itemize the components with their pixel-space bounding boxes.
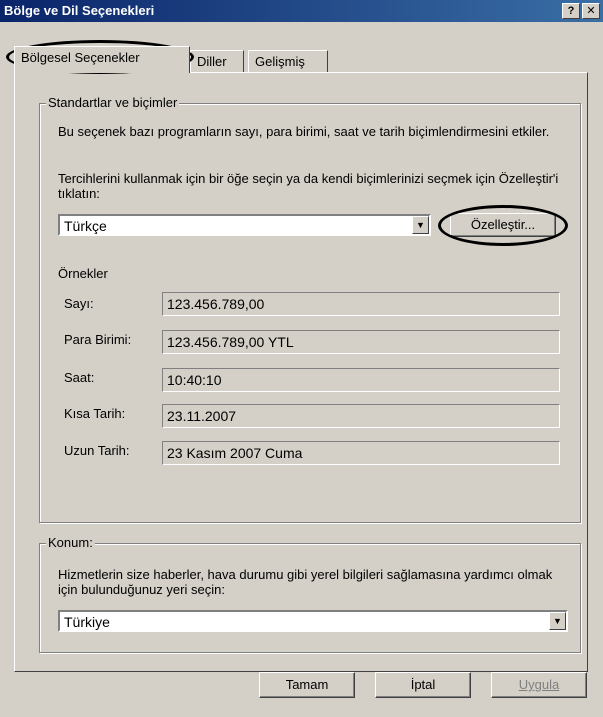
location-value: Türkiye (64, 614, 110, 630)
ok-button[interactable]: Tamam (259, 672, 355, 698)
example-value: 10:40:10 (167, 372, 222, 388)
location-group: Konum: Hizmetlerin size haberler, hava d… (39, 535, 581, 653)
example-value: 23.11.2007 (167, 408, 237, 424)
tab-languages[interactable]: Diller (190, 50, 244, 72)
location-select[interactable]: Türkiye ▼ (58, 610, 568, 632)
tab-label: Gelişmiş (255, 54, 305, 69)
example-value: 23 Kasım 2007 Cuma (167, 445, 303, 461)
help-button[interactable]: ? (562, 3, 580, 19)
close-button[interactable]: ✕ (582, 3, 600, 19)
dialog-window: Bölge ve Dil Seçenekleri ? ✕ Bölgesel Se… (0, 0, 603, 717)
example-value-field: 123.456.789,00 YTL (162, 330, 560, 354)
location-legend: Konum: (46, 535, 95, 550)
tab-area: Bölgesel Seçenekler Diller Gelişmiş Stan… (0, 22, 603, 717)
tab-advanced[interactable]: Gelişmiş (248, 50, 328, 72)
standards-description: Bu seçenek bazı programların sayı, para … (58, 124, 550, 139)
window-title: Bölge ve Dil Seçenekleri (4, 3, 155, 18)
example-label: Sayı: (64, 296, 94, 311)
example-value-field: 23 Kasım 2007 Cuma (162, 441, 560, 465)
location-description: Hizmetlerin size haberler, hava durumu g… (58, 567, 553, 597)
example-label: Kısa Tarih: (64, 406, 126, 421)
examples-title: Örnekler (58, 266, 108, 281)
locale-value: Türkçe (64, 218, 107, 234)
standards-group: Standartlar ve biçimler Bu seçenek bazı … (39, 95, 581, 523)
title-bar[interactable]: Bölge ve Dil Seçenekleri ? ✕ (0, 0, 603, 22)
tab-panel: Standartlar ve biçimler Bu seçenek bazı … (14, 72, 588, 672)
example-value-field: 10:40:10 (162, 368, 560, 392)
apply-button[interactable]: Uygula (491, 672, 587, 698)
chevron-down-icon[interactable]: ▼ (412, 216, 429, 234)
chevron-down-icon[interactable]: ▼ (549, 612, 566, 630)
locale-select[interactable]: Türkçe ▼ (58, 214, 431, 236)
tab-label: Diller (197, 54, 227, 69)
example-value-field: 23.11.2007 (162, 404, 560, 428)
standards-instruction: Tercihlerini kullanmak için bir öğe seçi… (58, 171, 559, 201)
standards-legend: Standartlar ve biçimler (46, 95, 180, 110)
example-value: 123.456.789,00 (167, 296, 265, 312)
customize-button[interactable]: Özelleştir... (450, 213, 556, 237)
example-label: Uzun Tarih: (64, 443, 130, 458)
cancel-button[interactable]: İptal (375, 672, 471, 698)
example-value: 123.456.789,00 YTL (167, 334, 294, 350)
example-label: Saat: (64, 370, 95, 385)
tab-regional-options[interactable]: Bölgesel Seçenekler (14, 46, 190, 73)
example-value-field: 123.456.789,00 (162, 292, 560, 316)
tab-label: Bölgesel Seçenekler (21, 50, 140, 65)
example-label: Para Birimi: (64, 332, 132, 347)
